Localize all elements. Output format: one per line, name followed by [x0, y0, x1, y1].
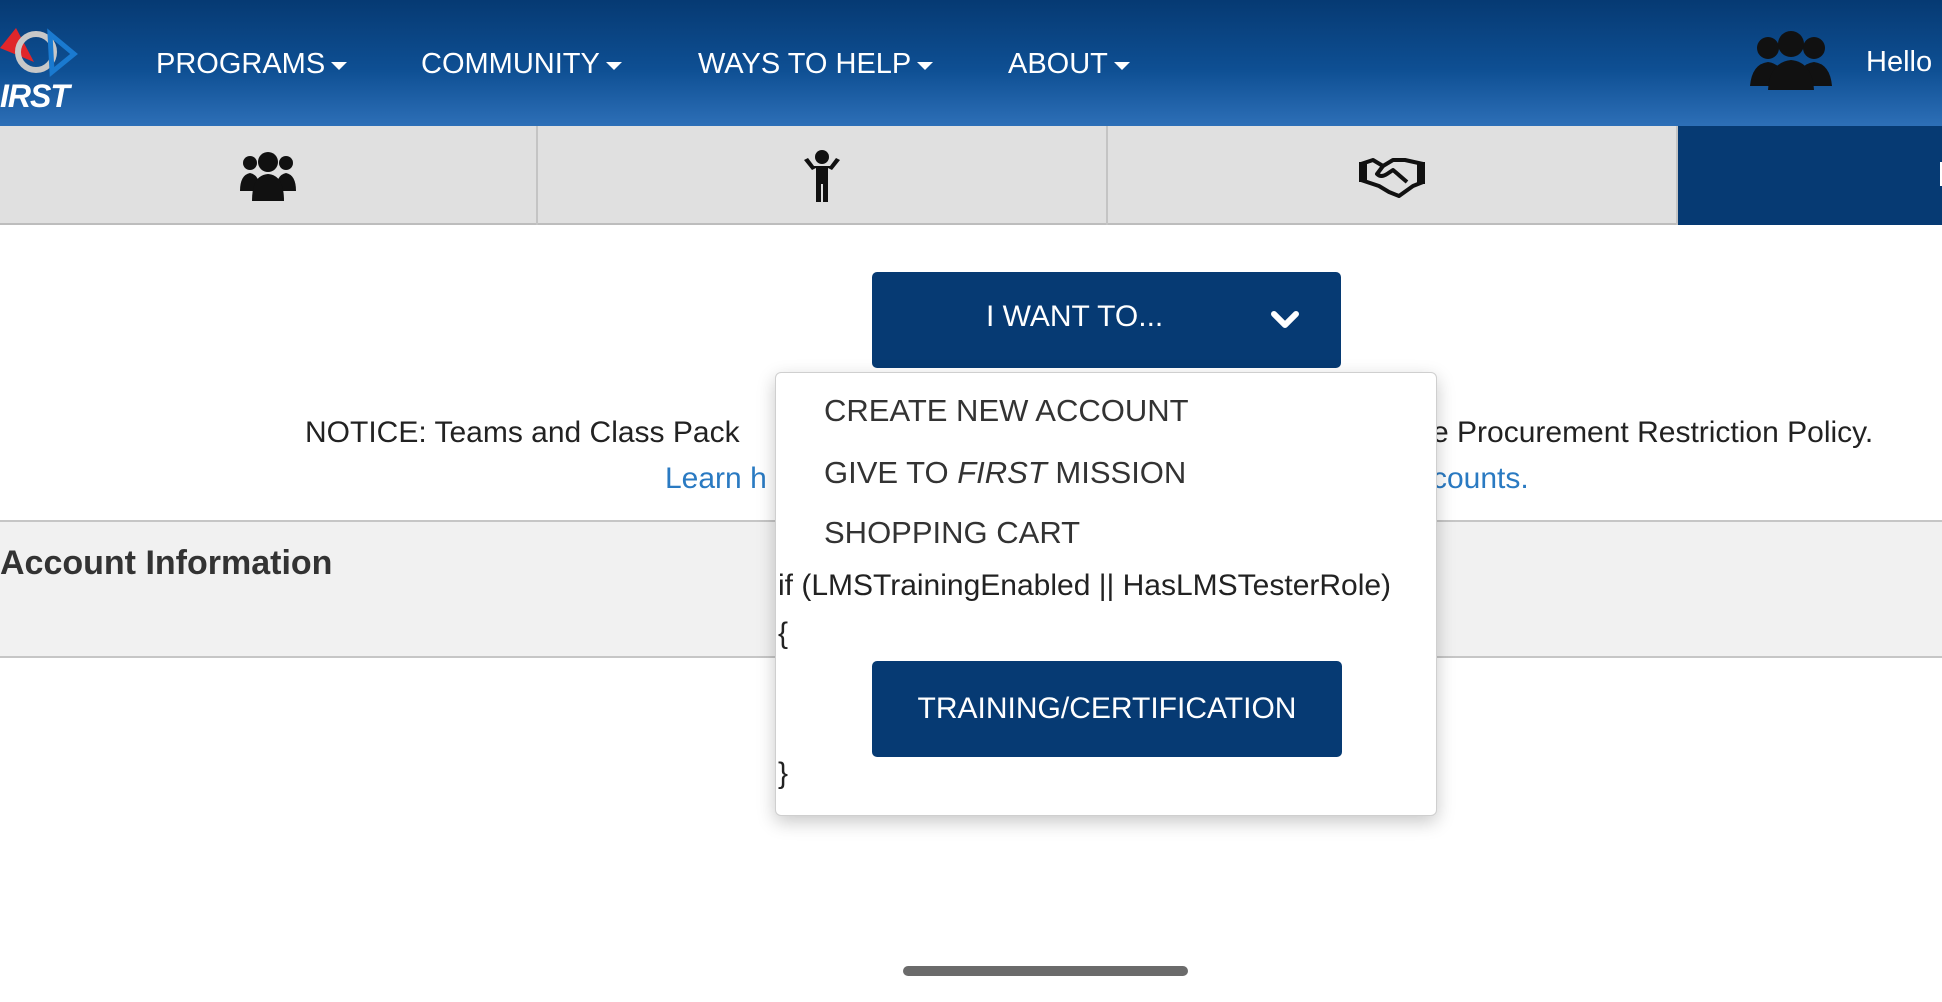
menu-item-create-account[interactable]: CREATE NEW ACCOUNT — [824, 393, 1189, 429]
template-open-brace: { — [778, 617, 789, 650]
nav-about[interactable]: ABOUT — [1008, 46, 1130, 82]
template-close-brace: } — [778, 757, 789, 790]
give-suffix: MISSION — [1046, 455, 1187, 490]
users-icon[interactable] — [1748, 30, 1834, 92]
caret-down-icon — [1113, 62, 1130, 70]
tab-teams[interactable] — [0, 126, 538, 225]
menu-item-give-to-first[interactable]: GIVE TO FIRST MISSION — [824, 455, 1186, 491]
notice-text-right: e Procurement Restriction Policy. — [1432, 416, 1874, 449]
first-logo-text: IRST — [0, 78, 70, 114]
nav-community-label: COMMUNITY — [421, 47, 600, 80]
nav-community[interactable]: COMMUNITY — [421, 46, 622, 82]
learn-more-link[interactable]: Learn h — [665, 462, 767, 496]
template-code-line: if (LMSTrainingEnabled || HasLMSTesterRo… — [778, 569, 1392, 602]
tab-youth[interactable] — [538, 126, 1108, 225]
i-want-to-button[interactable]: I WANT TO... — [872, 272, 1341, 368]
child-icon — [804, 149, 840, 202]
greeting-text: Hello — [1866, 46, 1933, 78]
i-want-to-label: I WANT TO... — [986, 300, 1164, 333]
tab-partners[interactable] — [1108, 126, 1678, 225]
first-logo[interactable]: IRST — [0, 22, 92, 114]
training-certification-button[interactable]: TRAINING/CERTIFICATION — [872, 661, 1342, 757]
menu-item-shopping-cart[interactable]: SHOPPING CART — [824, 515, 1080, 551]
nav-ways-to-help[interactable]: WAYS TO HELP — [698, 46, 934, 82]
caret-down-icon — [605, 62, 622, 70]
nav-programs-label: PROGRAMS — [156, 47, 326, 80]
handshake-icon — [1359, 157, 1425, 198]
caret-down-icon — [331, 62, 348, 70]
nav-programs[interactable]: PROGRAMS — [156, 46, 348, 82]
learn-more-link-end[interactable]: counts. — [1432, 462, 1529, 496]
nav-ways-to-help-label: WAYS TO HELP — [698, 47, 912, 80]
top-navigation-bar: IRST PROGRAMS COMMUNITY WAYS TO HELP ABO… — [0, 0, 1942, 126]
tab-active[interactable] — [1678, 126, 1942, 225]
give-prefix: GIVE TO — [824, 455, 958, 490]
home-indicator[interactable] — [903, 966, 1188, 976]
group-icon — [240, 151, 296, 201]
i-want-to-dropdown-menu: CREATE NEW ACCOUNT GIVE TO FIRST MISSION… — [775, 372, 1437, 816]
icon-tab-bar — [0, 126, 1942, 225]
account-information-title: Account Information — [0, 544, 333, 582]
nav-about-label: ABOUT — [1008, 47, 1108, 80]
notice-text: NOTICE: Teams and Class Pack — [305, 416, 740, 449]
caret-down-icon — [917, 62, 934, 70]
chevron-down-icon — [1271, 311, 1299, 328]
give-emphasis: FIRST — [957, 455, 1047, 490]
